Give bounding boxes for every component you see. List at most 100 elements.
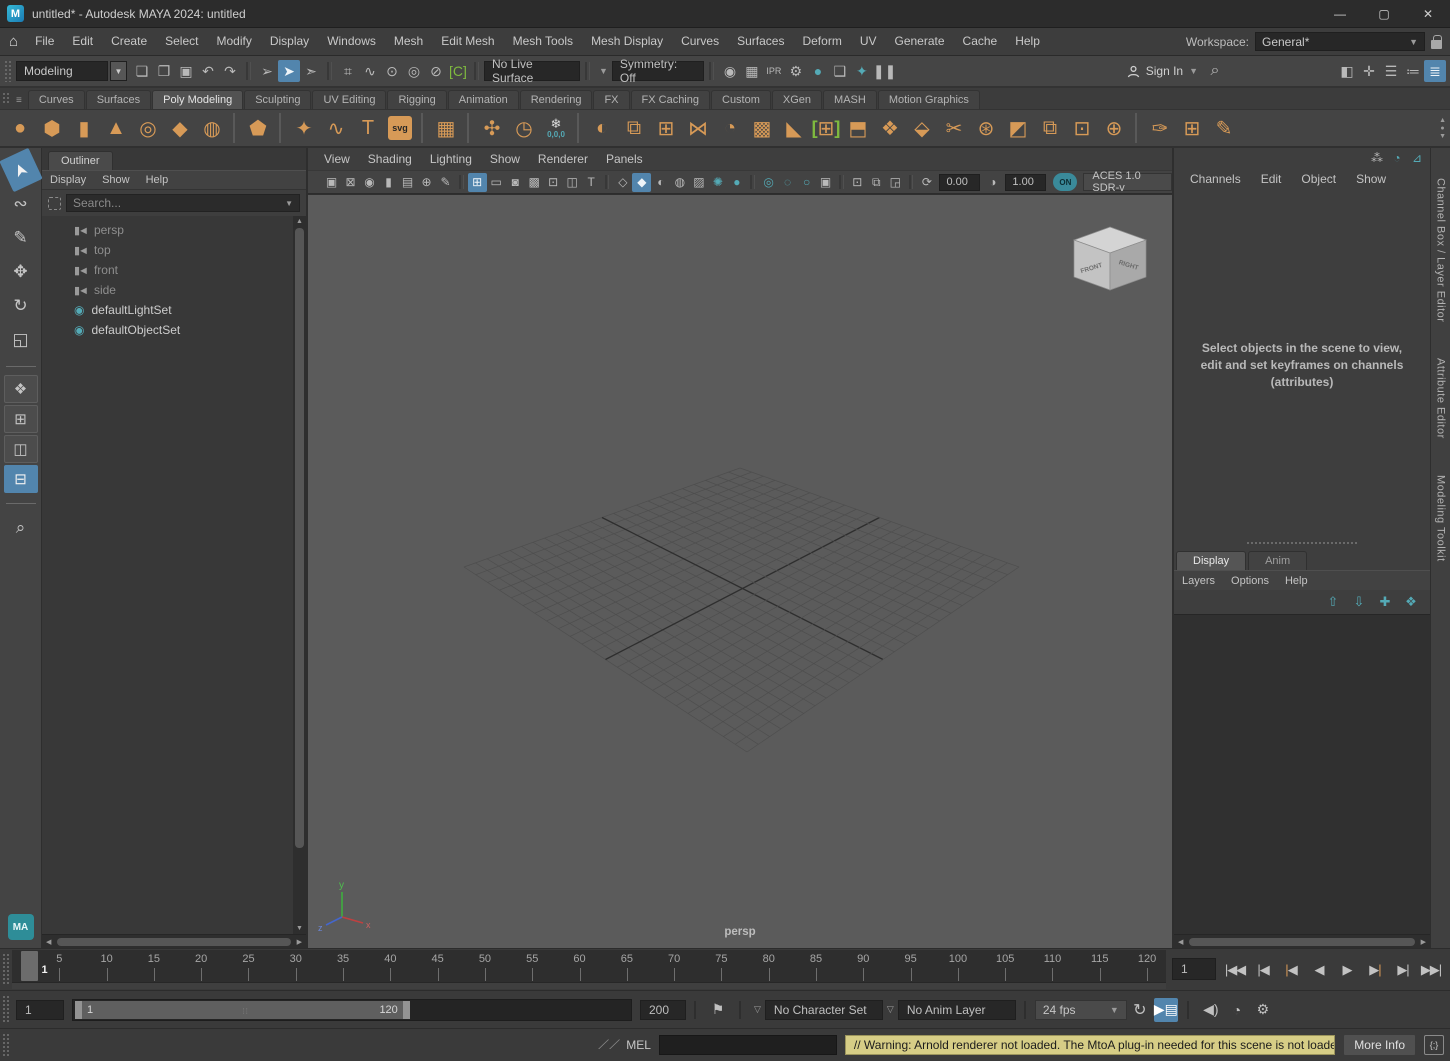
- spherize-icon[interactable]: ⊕: [1098, 112, 1130, 144]
- outliner-vscrollbar[interactable]: ▲ ▼: [293, 216, 306, 934]
- sculpt-tool-icon[interactable]: ✎: [1208, 112, 1240, 144]
- poly-cone-icon[interactable]: ▲: [100, 112, 132, 144]
- command-line-language-label[interactable]: MEL: [626, 1038, 651, 1052]
- contrast-field[interactable]: 1.00: [1005, 174, 1046, 191]
- snap-to-curve-icon[interactable]: ∿: [359, 60, 381, 82]
- channel-box-menu-show[interactable]: Show: [1346, 172, 1396, 186]
- go-to-start-button[interactable]: |◀◀: [1222, 957, 1248, 983]
- scroll-handle[interactable]: [295, 228, 304, 848]
- shelf-scroll-down-icon[interactable]: ▼: [1439, 133, 1446, 140]
- bevel-icon[interactable]: ⬙: [906, 112, 938, 144]
- platonic-solid-icon[interactable]: ⬟: [242, 112, 274, 144]
- menu-file[interactable]: File: [26, 28, 63, 55]
- new-scene-icon[interactable]: ❏: [131, 60, 153, 82]
- look-dev-icon[interactable]: ❑: [829, 60, 851, 82]
- menu-curves[interactable]: Curves: [672, 28, 728, 55]
- filter-icon[interactable]: [48, 197, 61, 210]
- timeline-scrubber[interactable]: [21, 951, 38, 981]
- layer-create-empty-icon[interactable]: ❖: [1400, 591, 1422, 613]
- viewport-3d-canvas[interactable]: FRONTRIGHTyxzpersp: [308, 194, 1172, 948]
- curve-warp-icon[interactable]: ∿: [320, 112, 352, 144]
- type-tool-icon[interactable]: T: [352, 112, 384, 144]
- make-live-icon[interactable]: [C]: [447, 60, 469, 82]
- scroll-up-icon[interactable]: ▲: [296, 216, 303, 227]
- poly-cylinder-icon[interactable]: ▮: [68, 112, 100, 144]
- isolate-select-icon[interactable]: ▣: [816, 173, 835, 192]
- shelf-tab-sculpting[interactable]: Sculpting: [244, 90, 311, 109]
- menu-surfaces[interactable]: Surfaces: [728, 28, 793, 55]
- channel-speed-icon[interactable]: ◔: [1388, 149, 1406, 167]
- lattice-deform-icon[interactable]: ⊞: [1176, 112, 1208, 144]
- menu-mesh[interactable]: Mesh: [385, 28, 432, 55]
- warning-message[interactable]: // Warning: Arnold renderer not loaded. …: [845, 1035, 1335, 1055]
- safe-title-icon[interactable]: T: [582, 173, 601, 192]
- panel-splitter[interactable]: [1247, 542, 1357, 544]
- time-slider[interactable]: 5101520253035404550556065707580859095100…: [12, 950, 1166, 989]
- freeze-transform-icon[interactable]: ❄0,0,0: [540, 112, 572, 144]
- capture-icon[interactable]: ◲: [886, 173, 905, 192]
- menu-deform[interactable]: Deform: [793, 28, 850, 55]
- construction-aid-icon[interactable]: ✣: [476, 112, 508, 144]
- flatten-icon[interactable]: ◩: [1002, 112, 1034, 144]
- shelf-tab-mash[interactable]: MASH: [823, 90, 877, 109]
- command-line-input[interactable]: [659, 1035, 837, 1055]
- snap-to-view-plane-icon[interactable]: ⊘: [425, 60, 447, 82]
- boolean-difference-icon[interactable]: ◔: [714, 112, 746, 144]
- menu-set-dropdown-icon[interactable]: ▼: [110, 61, 127, 81]
- live-surface-field[interactable]: No Live Surface: [484, 61, 580, 81]
- fps-select[interactable]: 24 fps ▼: [1035, 1000, 1127, 1020]
- snap-to-projected-center-icon[interactable]: ◎: [403, 60, 425, 82]
- redo-icon[interactable]: ↷: [219, 60, 241, 82]
- sweep-mesh-icon[interactable]: ✦: [288, 112, 320, 144]
- layout-single-pane-button[interactable]: ❖: [4, 375, 38, 403]
- outliner-item-side[interactable]: ▮◄side: [42, 280, 293, 300]
- shelf-scroll-up-icon[interactable]: ▲: [1439, 117, 1446, 124]
- crease-set-icon[interactable]: ✑: [1144, 112, 1176, 144]
- exposure-field[interactable]: 0.00: [939, 174, 980, 191]
- rotate-tool[interactable]: ↻: [4, 290, 38, 322]
- outliner-item-persp[interactable]: ▮◄persp: [42, 220, 293, 240]
- layer-editor-tab-display[interactable]: Display: [1176, 551, 1246, 570]
- range-grip-handle[interactable]: [2, 995, 10, 1024]
- play-backwards-button[interactable]: ◀: [1306, 957, 1332, 983]
- circularize-icon[interactable]: ⊛: [970, 112, 1002, 144]
- layout-outliner-persp-button[interactable]: ⊟: [4, 465, 38, 493]
- workspace-select[interactable]: General* ▼: [1255, 32, 1425, 51]
- grid-toggle-icon[interactable]: ⊞: [468, 173, 487, 192]
- snapshot-icon[interactable]: ⊡: [848, 173, 867, 192]
- film-gate-icon[interactable]: ▭: [487, 173, 506, 192]
- layer-menu-layers[interactable]: Layers: [1174, 575, 1223, 587]
- select-by-hierarchy-icon[interactable]: ➢: [256, 60, 278, 82]
- attribute-editor-toggle-icon[interactable]: ≔: [1402, 60, 1424, 82]
- bookmark-view-icon[interactable]: ▮: [379, 173, 398, 192]
- shelf-tab-custom[interactable]: Custom: [711, 90, 771, 109]
- shelf-menu-icon[interactable]: ≡: [12, 95, 28, 109]
- outliner-menu-help[interactable]: Help: [138, 174, 177, 186]
- poly-plane-icon[interactable]: ◆: [164, 112, 196, 144]
- menu-edit-mesh[interactable]: Edit Mesh: [432, 28, 503, 55]
- layer-list[interactable]: [1174, 614, 1430, 934]
- outliner-menu-display[interactable]: Display: [42, 174, 94, 186]
- menu-uv[interactable]: UV: [851, 28, 886, 55]
- lasso-tool[interactable]: ∾: [4, 188, 38, 220]
- outliner-tab[interactable]: Outliner: [48, 151, 113, 170]
- multi-cut-icon[interactable]: ✂: [938, 112, 970, 144]
- contrast-icon[interactable]: ◑: [983, 173, 1002, 192]
- go-to-end-button[interactable]: ▶▶|: [1418, 957, 1444, 983]
- scroll-down-icon[interactable]: ▼: [296, 923, 303, 934]
- shelf-tab-curves[interactable]: Curves: [28, 90, 85, 109]
- shadows-icon[interactable]: ●: [727, 173, 746, 192]
- render-current-frame-icon[interactable]: ▦: [741, 60, 763, 82]
- channel-manip-icon[interactable]: ⁂: [1368, 149, 1386, 167]
- panel-zoom-icon[interactable]: ⌕: [4, 512, 38, 544]
- light-editor-icon[interactable]: ✦: [851, 60, 873, 82]
- chevron-down-icon[interactable]: ▽: [754, 1004, 761, 1015]
- more-info-button[interactable]: More Info: [1343, 1034, 1416, 1056]
- lattice-icon[interactable]: ⊡: [1066, 112, 1098, 144]
- viewport-menu-lighting[interactable]: Lighting: [430, 152, 484, 166]
- wireframe-icon[interactable]: ◇: [613, 173, 632, 192]
- delete-history-icon[interactable]: ◷: [508, 112, 540, 144]
- animation-start-field[interactable]: 1: [16, 1000, 64, 1020]
- menu-cache[interactable]: Cache: [954, 28, 1007, 55]
- lights-icon[interactable]: ✺: [708, 173, 727, 192]
